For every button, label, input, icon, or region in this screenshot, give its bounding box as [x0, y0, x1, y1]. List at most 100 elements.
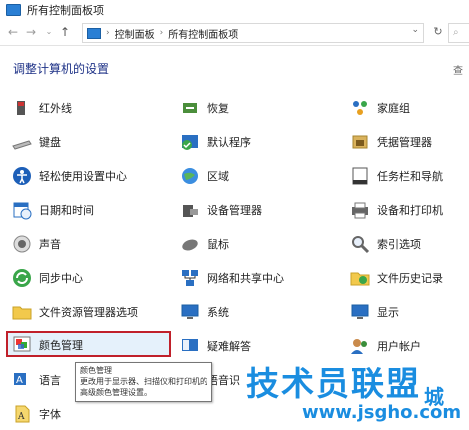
folder-icon	[12, 302, 32, 322]
item-file-history[interactable]: 文件历史记录	[350, 265, 443, 291]
item-label: 语言	[39, 374, 61, 387]
item-label: 声音	[39, 238, 61, 251]
item-label: 区域	[207, 170, 229, 183]
item-color-management[interactable]: 颜色管理	[12, 332, 83, 358]
item-label: 鼠标	[207, 238, 229, 251]
search-input[interactable]: ⌕	[448, 23, 469, 43]
speaker-icon	[12, 234, 32, 254]
tooltip-title: 颜色管理	[80, 366, 112, 375]
item-infrared[interactable]: 红外线	[12, 95, 72, 121]
item-label: 疑难解答	[207, 340, 251, 353]
chevron-right-icon: ›	[106, 28, 110, 38]
language-icon: A	[12, 370, 32, 390]
refresh-icon[interactable]: ↻	[430, 23, 446, 41]
globe-clock-icon	[180, 166, 200, 186]
infrared-icon	[12, 98, 32, 118]
breadcrumb-all-items[interactable]: 所有控制面板项	[168, 26, 238, 41]
display-icon	[350, 302, 370, 322]
taskbar-icon	[350, 166, 370, 186]
item-recovery[interactable]: 恢复	[180, 95, 229, 121]
item-label: 系统	[207, 306, 229, 319]
recovery-icon	[180, 98, 200, 118]
sync-icon	[12, 268, 32, 288]
item-label: 索引选项	[377, 238, 421, 251]
svg-text:A: A	[17, 412, 25, 422]
recent-chevron-icon[interactable]: ⌄	[42, 24, 56, 40]
item-date-time[interactable]: 日期和时间	[12, 197, 94, 223]
calendar-clock-icon	[12, 200, 32, 220]
file-history-icon	[350, 268, 370, 288]
item-label: 恢复	[207, 102, 229, 115]
item-system[interactable]: 系统	[180, 299, 229, 325]
item-sync-center[interactable]: 同步中心	[12, 265, 83, 291]
item-credential-manager[interactable]: 凭据管理器	[350, 129, 432, 155]
address-dropdown-icon[interactable]: ⌄	[411, 25, 419, 35]
item-troubleshooting[interactable]: 疑难解答	[180, 333, 251, 359]
title-bar: 所有控制面板项	[0, 0, 469, 21]
item-label: 凭据管理器	[377, 136, 432, 149]
navigation-bar: ← → ⌄ ↑ › 控制面板 › 所有控制面板项 ⌄ ↻ ⌕	[0, 20, 469, 46]
forward-arrow-icon[interactable]: →	[24, 24, 38, 40]
item-sound[interactable]: 声音	[12, 231, 61, 257]
item-label: 键盘	[39, 136, 61, 149]
item-network-sharing[interactable]: 网络和共享中心	[180, 265, 284, 291]
item-label: 文件资源管理器选项	[39, 306, 138, 319]
item-label: 文件历史记录	[377, 272, 443, 285]
item-region[interactable]: 区域	[180, 163, 229, 189]
up-arrow-icon[interactable]: ↑	[58, 24, 72, 40]
item-indexing-options[interactable]: 索引选项	[350, 231, 421, 257]
svg-text:A: A	[16, 375, 23, 386]
network-icon	[180, 268, 200, 288]
item-file-explorer-options[interactable]: 文件资源管理器选项	[12, 299, 138, 325]
item-default-programs[interactable]: 默认程序	[180, 129, 251, 155]
item-label: 红外线	[39, 102, 72, 115]
back-arrow-icon[interactable]: ←	[6, 24, 20, 40]
color-management-icon	[12, 335, 32, 355]
item-label: 默认程序	[207, 136, 251, 149]
magnifier-icon	[350, 234, 370, 254]
item-label: 颜色管理	[39, 339, 83, 352]
item-label: 轻松使用设置中心	[39, 170, 127, 183]
window-title: 所有控制面板项	[27, 4, 104, 17]
credential-manager-icon	[350, 132, 370, 152]
device-manager-icon	[180, 200, 200, 220]
breadcrumb-control-panel[interactable]: 控制面板	[115, 26, 155, 41]
item-homegroup[interactable]: 家庭组	[350, 95, 410, 121]
item-label: 家庭组	[377, 102, 410, 115]
fonts-icon: A	[12, 404, 32, 424]
troubleshooting-icon	[180, 336, 200, 356]
address-bar[interactable]: › 控制面板 › 所有控制面板项 ⌄	[82, 23, 424, 43]
item-keyboard[interactable]: 键盘	[12, 129, 61, 155]
user-accounts-icon	[350, 336, 370, 356]
watermark-url: www.jsgho.com	[302, 402, 462, 423]
item-label: 显示	[377, 306, 399, 319]
item-language[interactable]: A 语言	[12, 367, 61, 393]
item-label: 设备管理器	[207, 204, 262, 217]
keyboard-icon	[12, 132, 32, 152]
item-mouse[interactable]: 鼠标	[180, 231, 229, 257]
item-ease-of-access[interactable]: 轻松使用设置中心	[12, 163, 127, 189]
item-taskbar-navigation[interactable]: 任务栏和导航	[350, 163, 443, 189]
item-devices-printers[interactable]: 设备和打印机	[350, 197, 443, 223]
control-panel-icon	[6, 4, 21, 16]
mouse-icon	[180, 234, 200, 254]
address-control-panel-icon	[87, 27, 101, 39]
view-by-label[interactable]: 查	[453, 62, 463, 77]
tooltip-line-2: 高级颜色管理设置。	[80, 388, 152, 397]
item-device-manager[interactable]: 设备管理器	[180, 197, 262, 223]
tooltip-line-1: 更改用于显示器、扫描仪和打印机的	[80, 377, 207, 386]
item-label: 同步中心	[39, 272, 83, 285]
item-label: 用户帐户	[377, 340, 421, 353]
item-label: 网络和共享中心	[207, 272, 284, 285]
item-label: 字体	[39, 408, 61, 421]
watermark-title: 技术员联盟	[246, 364, 421, 403]
item-display[interactable]: 显示	[350, 299, 399, 325]
ease-of-access-icon	[12, 166, 32, 186]
watermark-logo: 技术员联盟 城 www.jsgho.com	[246, 355, 469, 430]
printer-icon	[350, 200, 370, 220]
item-label: 任务栏和导航	[377, 170, 443, 183]
item-fonts[interactable]: A 字体	[12, 401, 61, 427]
system-icon	[180, 302, 200, 322]
homegroup-icon	[350, 98, 370, 118]
item-label: 日期和时间	[39, 204, 94, 217]
